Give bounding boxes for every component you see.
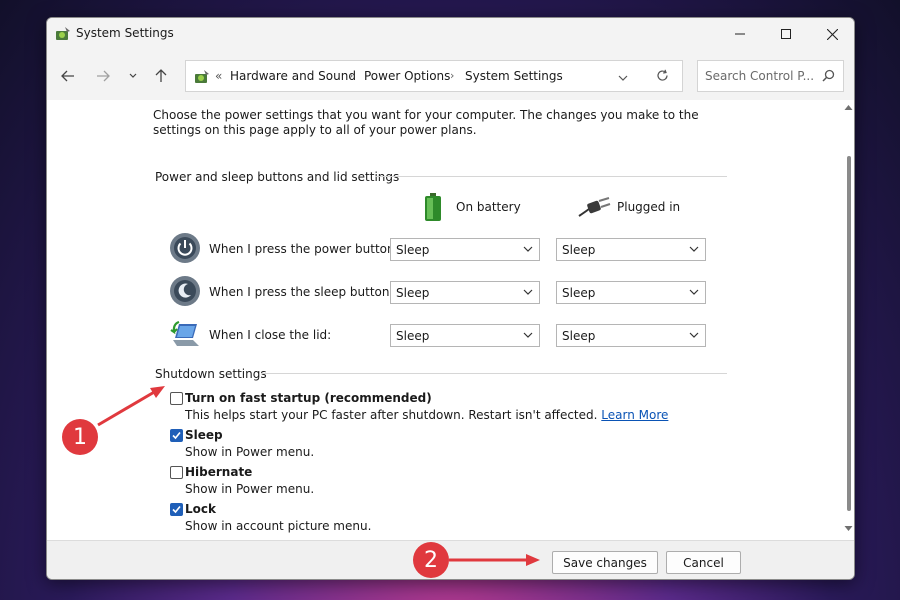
sleep-option-description: Show in Power menu. xyxy=(185,445,315,459)
intro-text: Choose the power settings that you want … xyxy=(153,108,699,137)
chevron-down-icon xyxy=(129,73,137,78)
up-arrow-icon xyxy=(155,69,167,82)
recent-locations-button[interactable] xyxy=(121,66,145,86)
annotation-badge-2: 2 xyxy=(413,542,449,578)
refresh-button[interactable] xyxy=(656,69,669,85)
up-button[interactable] xyxy=(149,66,173,86)
chevron-down-icon xyxy=(523,289,533,295)
vertical-scrollbar[interactable] xyxy=(841,100,854,540)
power-button-battery-select[interactable]: Sleep xyxy=(390,238,540,261)
sleep-button-plugged-select[interactable]: Sleep xyxy=(556,281,706,304)
fast-startup-label[interactable]: Turn on fast startup (recommended) xyxy=(185,391,432,405)
chevron-down-icon xyxy=(523,246,533,252)
breadcrumb-hardware-and-sound[interactable]: Hardware and Sound xyxy=(230,69,356,83)
sleep-button-label: When I press the sleep button: xyxy=(209,285,394,299)
close-button[interactable] xyxy=(809,18,854,50)
lock-checkbox[interactable] xyxy=(170,503,183,516)
chevron-down-icon xyxy=(689,246,699,252)
back-arrow-icon xyxy=(61,70,74,82)
shutdown-section-heading: Shutdown settings xyxy=(155,367,267,381)
section-divider xyxy=(261,373,727,374)
title-bar: System Settings xyxy=(47,18,854,50)
search-input[interactable]: Search Control P... xyxy=(705,69,814,83)
lock-option-label[interactable]: Lock xyxy=(185,502,216,516)
power-plug-icon xyxy=(578,197,611,217)
on-battery-header: On battery xyxy=(456,200,521,214)
maximize-icon xyxy=(781,29,791,39)
cancel-button[interactable]: Cancel xyxy=(666,551,741,574)
scroll-up-arrow-icon[interactable] xyxy=(844,104,853,111)
power-button-plugged-select[interactable]: Sleep xyxy=(556,238,706,261)
fast-startup-checkbox[interactable] xyxy=(170,392,183,405)
chevron-down-icon xyxy=(523,332,533,338)
breadcrumb-separator-icon[interactable]: › xyxy=(349,69,353,82)
close-lid-label: When I close the lid: xyxy=(209,328,332,342)
close-icon xyxy=(826,28,838,40)
minimize-button[interactable] xyxy=(717,18,763,50)
dialog-footer: Save changes Cancel xyxy=(47,540,854,579)
back-button[interactable] xyxy=(56,66,80,86)
power-button-label: When I press the power button: xyxy=(209,242,399,256)
minimize-icon xyxy=(735,33,745,35)
settings-content: Choose the power settings that you want … xyxy=(47,100,841,540)
hibernate-checkbox[interactable] xyxy=(170,466,183,479)
search-icon xyxy=(822,69,835,82)
laptop-lid-icon xyxy=(170,320,199,346)
refresh-icon xyxy=(657,69,668,81)
chevron-down-icon xyxy=(689,332,699,338)
save-changes-button[interactable]: Save changes xyxy=(552,551,658,574)
sleep-button-icon xyxy=(170,276,200,306)
window-title: System Settings xyxy=(76,26,174,40)
battery-icon xyxy=(425,193,441,221)
power-options-icon xyxy=(56,27,70,40)
fast-startup-description: This helps start your PC faster after sh… xyxy=(185,408,669,422)
chevron-down-icon xyxy=(689,289,699,295)
hibernate-option-description: Show in Power menu. xyxy=(185,482,315,496)
address-dropdown-button[interactable] xyxy=(618,70,628,84)
section-divider xyxy=(375,176,727,177)
power-section-heading: Power and sleep buttons and lid settings xyxy=(155,170,400,184)
forward-arrow-icon xyxy=(97,70,110,82)
close-lid-plugged-select[interactable]: Sleep xyxy=(556,324,706,347)
power-options-icon xyxy=(195,70,209,83)
scroll-down-arrow-icon[interactable] xyxy=(844,525,853,532)
breadcrumb-separator-icon[interactable]: › xyxy=(450,69,454,82)
checkmark-icon xyxy=(172,505,181,514)
breadcrumb-overflow[interactable]: « xyxy=(215,69,222,83)
learn-more-link[interactable]: Learn More xyxy=(601,408,668,422)
plugged-in-header: Plugged in xyxy=(617,200,681,214)
lock-option-description: Show in account picture menu. xyxy=(185,519,372,533)
system-settings-window: System Settings « Hardware and Sound › P… xyxy=(46,17,855,580)
forward-button[interactable] xyxy=(91,66,115,86)
search-button[interactable] xyxy=(822,69,835,85)
checkmark-icon xyxy=(172,431,181,440)
address-bar[interactable]: « Hardware and Sound › Power Options › S… xyxy=(185,60,683,92)
sleep-option-label[interactable]: Sleep xyxy=(185,428,223,442)
hibernate-option-label[interactable]: Hibernate xyxy=(185,465,252,479)
sleep-button-battery-select[interactable]: Sleep xyxy=(390,281,540,304)
annotation-badge-1: 1 xyxy=(62,419,98,455)
chevron-down-icon xyxy=(618,75,628,81)
breadcrumb-power-options[interactable]: Power Options xyxy=(364,69,450,83)
close-lid-battery-select[interactable]: Sleep xyxy=(390,324,540,347)
maximize-button[interactable] xyxy=(763,18,809,50)
scrollbar-thumb[interactable] xyxy=(847,156,851,511)
breadcrumb-system-settings[interactable]: System Settings xyxy=(465,69,563,83)
navigation-bar: « Hardware and Sound › Power Options › S… xyxy=(47,50,854,100)
search-box[interactable]: Search Control P... xyxy=(697,60,844,92)
sleep-checkbox[interactable] xyxy=(170,429,183,442)
power-button-icon xyxy=(170,233,200,263)
